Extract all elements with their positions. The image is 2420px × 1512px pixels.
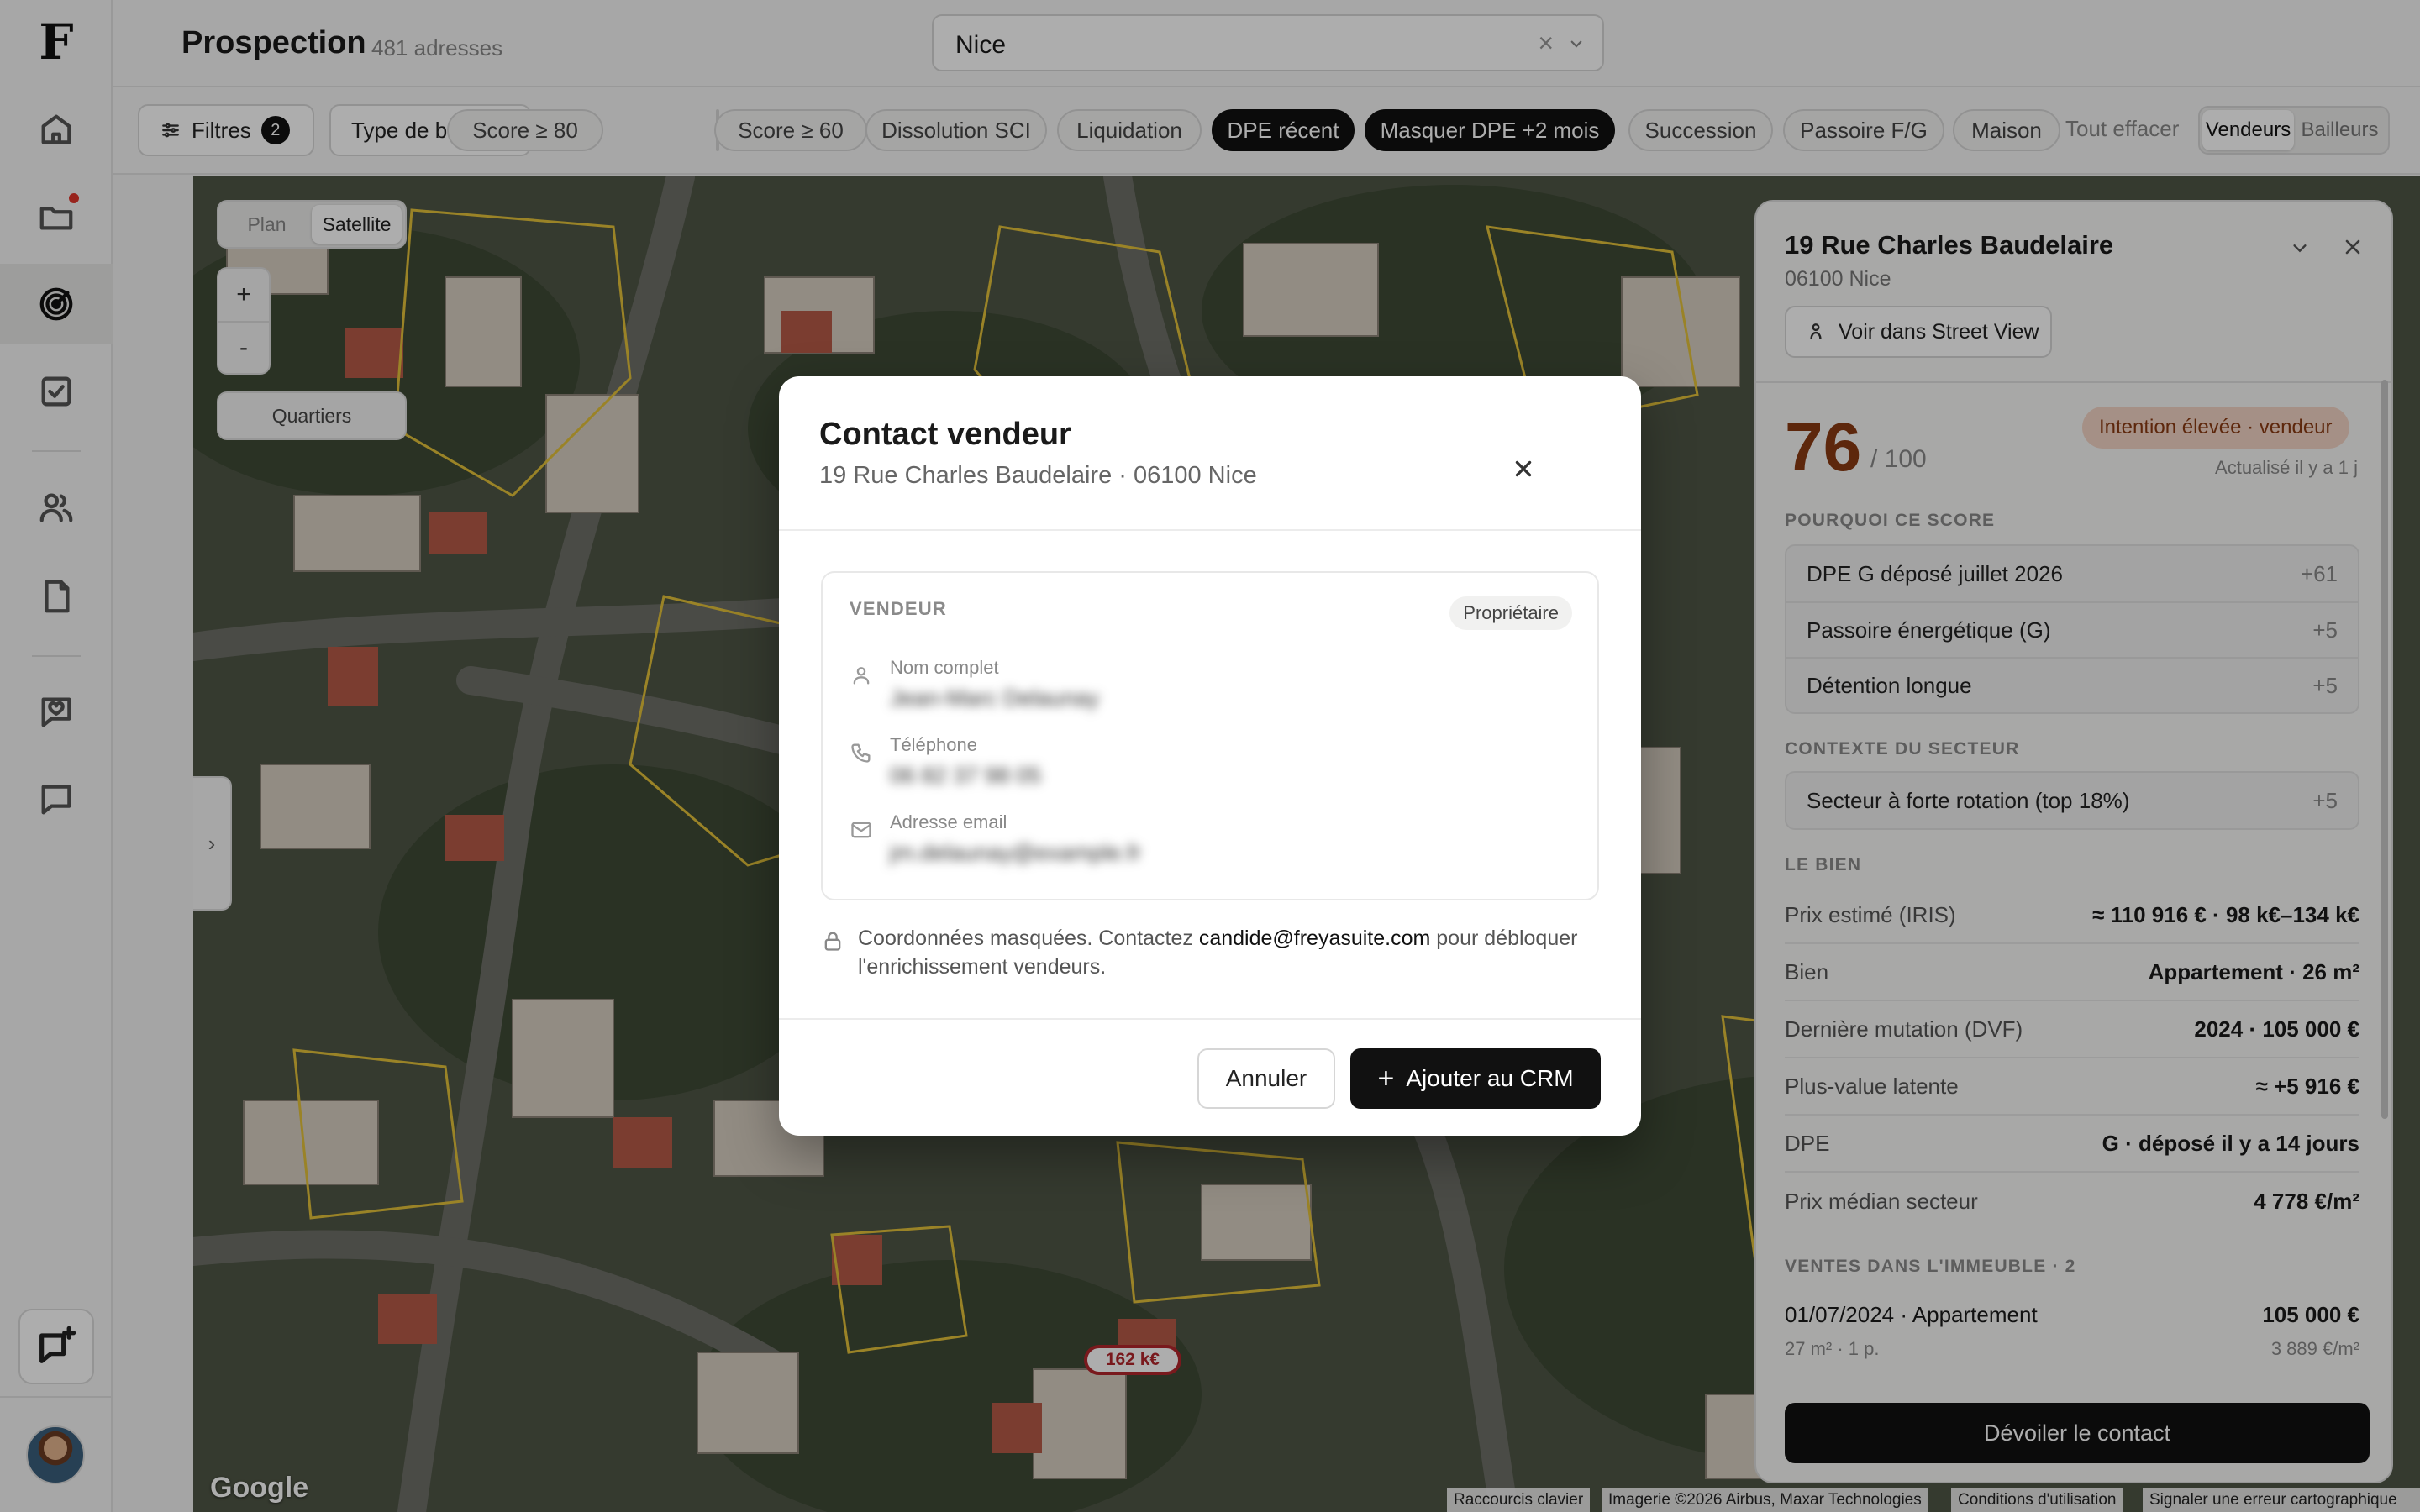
modal-divider [779,529,1641,531]
user-icon [853,667,870,685]
email-value: jm.delaunay@example.fr [890,840,1142,865]
role-badge: Propriétaire [1449,596,1572,630]
lock-icon [824,932,841,951]
modal-subtitle: 19 Rue Charles Baudelaire · 06100 Nice [819,462,1257,489]
cancel-button[interactable]: Annuler [1197,1048,1335,1109]
seller-label: VENDEUR [850,598,947,619]
add-to-crm-button[interactable]: + Ajouter au CRM [1350,1048,1601,1109]
modal-divider [779,1018,1641,1020]
masked-contact-note: Coordonnées masquées. Contactez candide@… [821,924,1611,981]
close-icon [1515,460,1532,477]
add-to-crm-label: Ajouter au CRM [1406,1065,1574,1091]
support-email-link[interactable]: candide@freyasuite.com [1199,927,1431,950]
full-name-label: Nom complet [890,657,999,678]
modal-title: Contact vendeur [819,417,1071,452]
contact-modal: Contact vendeur 19 Rue Charles Baudelair… [779,376,1641,1136]
seller-card: VENDEUR Propriétaire Nom complet Jean-Ma… [821,571,1599,900]
note-prefix: Coordonnées masquées. Contactez [858,927,1199,950]
plus-icon: + [1377,1062,1395,1095]
email-label: Adresse email [890,811,1007,832]
mail-icon [851,822,871,838]
full-name-value: Jean-Marc Delaunay [890,685,1100,711]
phone-icon [851,743,871,763]
phone-label: Téléphone [890,734,977,755]
phone-value: 06 82 37 98 05 [890,763,1042,788]
modal-close-button[interactable] [1498,444,1549,494]
